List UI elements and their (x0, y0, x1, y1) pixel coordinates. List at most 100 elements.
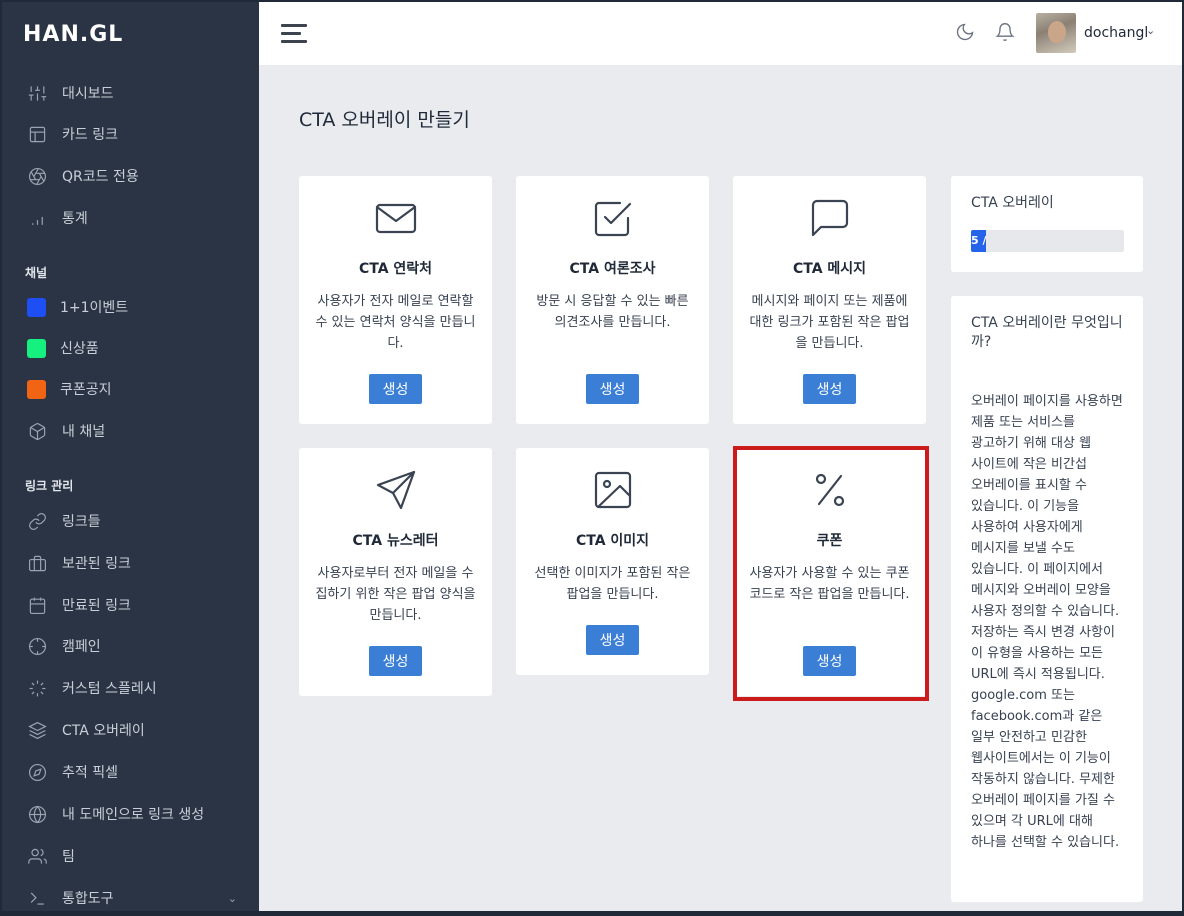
sidebar-item-label: 통합도구 (62, 891, 114, 907)
sidebar-item-label: 추적 픽셀 (62, 765, 118, 781)
info-title: CTA 오버레이란 무엇입니까? (971, 315, 1123, 350)
sidebar-item-archived[interactable]: 보관된 링크 (2, 545, 259, 581)
sidebar-item-splash[interactable]: 커스텀 스플레시 (2, 670, 259, 706)
chevron-down-icon: ⌄ (227, 891, 237, 905)
sidebar-item-label: 캠페인 (62, 639, 101, 655)
globe-icon (26, 803, 48, 825)
sidebar-item-pixels[interactable]: 추적 픽셀 (2, 754, 259, 790)
sidebar-my-channel[interactable]: 내 채널 (2, 413, 259, 449)
card-description: 선택한 이미지가 포함된 작은 팝업을 만듭니다. (534, 566, 691, 602)
create-button[interactable]: 생성 (369, 374, 422, 404)
card-contact: CTA 연락처 사용자가 전자 메일로 연락할 수 있는 연락처 양식을 만듭니… (299, 176, 492, 424)
sidebar-item-campaign[interactable]: 캠페인 (2, 628, 259, 664)
mail-icon (374, 196, 418, 240)
sidebar-item-integrations[interactable]: 통합도구 ⌄ (2, 880, 259, 911)
sidebar-item-qr[interactable]: QR코드 전용 (2, 158, 259, 194)
card-title: CTA 뉴스레터 (352, 533, 439, 549)
usage-progress-bar: 5 / (971, 230, 1124, 252)
sidebar-item-cta-overlay[interactable]: CTA 오버레이 (2, 712, 259, 748)
sidebar-item-expired[interactable]: 만료된 링크 (2, 587, 259, 623)
sidebar-item-label: 보관된 링크 (62, 556, 131, 572)
sidebar-item-domain[interactable]: 내 도메인으로 링크 생성 (2, 796, 259, 832)
bell-icon[interactable] (995, 22, 1017, 44)
avatar[interactable] (1036, 13, 1076, 53)
app-frame: HAN.GL 대시보드 카드 링크 QR코드 전용 통계 채널 1+1이벤트 신… (2, 2, 1182, 911)
sidebar-item-stats[interactable]: 통계 (2, 200, 259, 236)
channel-color-swatch (27, 297, 46, 317)
box-icon (26, 420, 48, 442)
sidebar-item-label: 만료된 링크 (62, 598, 131, 614)
bar-chart-icon (26, 207, 48, 229)
create-button[interactable]: 생성 (586, 374, 639, 404)
check-square-icon (591, 196, 635, 240)
sidebar-item-card-link[interactable]: 카드 링크 (2, 116, 259, 152)
top-bar: dochangl ⌄ (259, 2, 1182, 65)
briefcase-icon (26, 552, 48, 574)
card-newsletter: CTA 뉴스레터 사용자로부터 전자 메일을 수집하기 위한 작은 팝업 양식을… (299, 448, 492, 696)
info-body: 오버레이 페이지를 사용하면 제품 또는 서비스를 광고하기 위해 대상 웹 사… (971, 394, 1123, 850)
page-title: CTA 오버레이 만들기 (299, 109, 470, 131)
sidebar-item-label: 링크들 (62, 514, 101, 530)
channel-section-label: 채널 (25, 266, 48, 280)
compass-icon (26, 761, 48, 783)
channel-color-swatch (27, 338, 46, 358)
link-icon (26, 510, 48, 532)
create-button[interactable]: 생성 (369, 646, 422, 676)
sidebar-item-label: QR코드 전용 (62, 169, 139, 185)
usage-title: CTA 오버레이 (971, 195, 1054, 211)
crosshair-icon (26, 635, 48, 657)
sidebar-item-label: 커스텀 스플레시 (62, 681, 157, 697)
layout-icon (26, 123, 48, 145)
image-icon (591, 468, 635, 512)
create-button[interactable]: 생성 (586, 625, 639, 655)
send-icon (374, 468, 418, 512)
card-description: 사용자로부터 전자 메일을 수집하기 위한 작은 팝업 양식을 만듭니다. (315, 566, 476, 623)
card-title: CTA 이미지 (575, 533, 650, 549)
sidebar-item-label: 신상품 (60, 341, 99, 357)
message-square-icon (808, 196, 852, 240)
sidebar-channel-coupon[interactable]: 쿠폰공지 (2, 371, 259, 407)
chevron-down-icon[interactable]: ⌄ (1146, 24, 1155, 37)
sidebar-item-dashboard[interactable]: 대시보드 (2, 75, 259, 111)
card-image: CTA 이미지 선택한 이미지가 포함된 작은 팝업을 만듭니다. 생성 (516, 448, 709, 675)
info-panel: CTA 오버레이란 무엇입니까? 오버레이 페이지를 사용하면 제품 또는 서비… (951, 296, 1143, 902)
users-icon (26, 845, 48, 867)
menu-toggle-icon[interactable] (281, 24, 307, 44)
terminal-icon (26, 887, 48, 909)
card-description: 사용자가 전자 메일로 연락할 수 있는 연락처 양식을 만듭니다. (315, 294, 476, 351)
sidebar-item-label: 대시보드 (62, 86, 114, 102)
sidebar-item-label: 팀 (62, 849, 75, 865)
aperture-icon (26, 165, 48, 187)
card-title: CTA 여론조사 (569, 261, 656, 277)
sidebar-item-label: 내 채널 (62, 424, 106, 440)
sidebar-item-label: 1+1이벤트 (60, 300, 129, 316)
links-section-label: 링크 관리 (25, 479, 74, 493)
username[interactable]: dochangl (1084, 25, 1148, 41)
card-poll: CTA 여론조사 방문 시 응답할 수 있는 빠른 의견조사를 만듭니다. 생성 (516, 176, 709, 424)
create-button[interactable]: 생성 (803, 374, 856, 404)
channel-color-swatch (27, 379, 46, 399)
calendar-icon (26, 594, 48, 616)
usage-panel: CTA 오버레이 5 / (951, 176, 1143, 272)
sidebar-channel-event[interactable]: 1+1이벤트 (2, 289, 259, 325)
card-title: CTA 메시지 (792, 261, 867, 277)
sidebar-item-links[interactable]: 링크들 (2, 503, 259, 539)
sidebar: HAN.GL 대시보드 카드 링크 QR코드 전용 통계 채널 1+1이벤트 신… (2, 2, 259, 911)
sidebar-item-label: 쿠폰공지 (60, 382, 112, 398)
card-message: CTA 메시지 메시지와 페이지 또는 제품에 대한 링크가 포함된 작은 팝업… (733, 176, 926, 424)
sidebar-item-team[interactable]: 팀 (2, 838, 259, 874)
sidebar-item-label: 내 도메인으로 링크 생성 (62, 807, 205, 823)
sliders-icon (26, 82, 48, 104)
layers-icon (26, 719, 48, 741)
card-title: CTA 연락처 (358, 261, 433, 277)
loader-icon (26, 677, 48, 699)
sidebar-item-label: 카드 링크 (62, 127, 118, 143)
moon-icon[interactable] (955, 22, 977, 44)
sidebar-channel-new[interactable]: 신상품 (2, 330, 259, 366)
sidebar-item-label: 통계 (62, 211, 88, 227)
sidebar-item-label: CTA 오버레이 (62, 723, 145, 739)
usage-progress-fill: 5 / (971, 230, 987, 252)
logo[interactable]: HAN.GL (23, 22, 123, 47)
highlight-box (733, 446, 929, 701)
card-description: 메시지와 페이지 또는 제품에 대한 링크가 포함된 작은 팝업을 만듭니다. (749, 294, 910, 351)
